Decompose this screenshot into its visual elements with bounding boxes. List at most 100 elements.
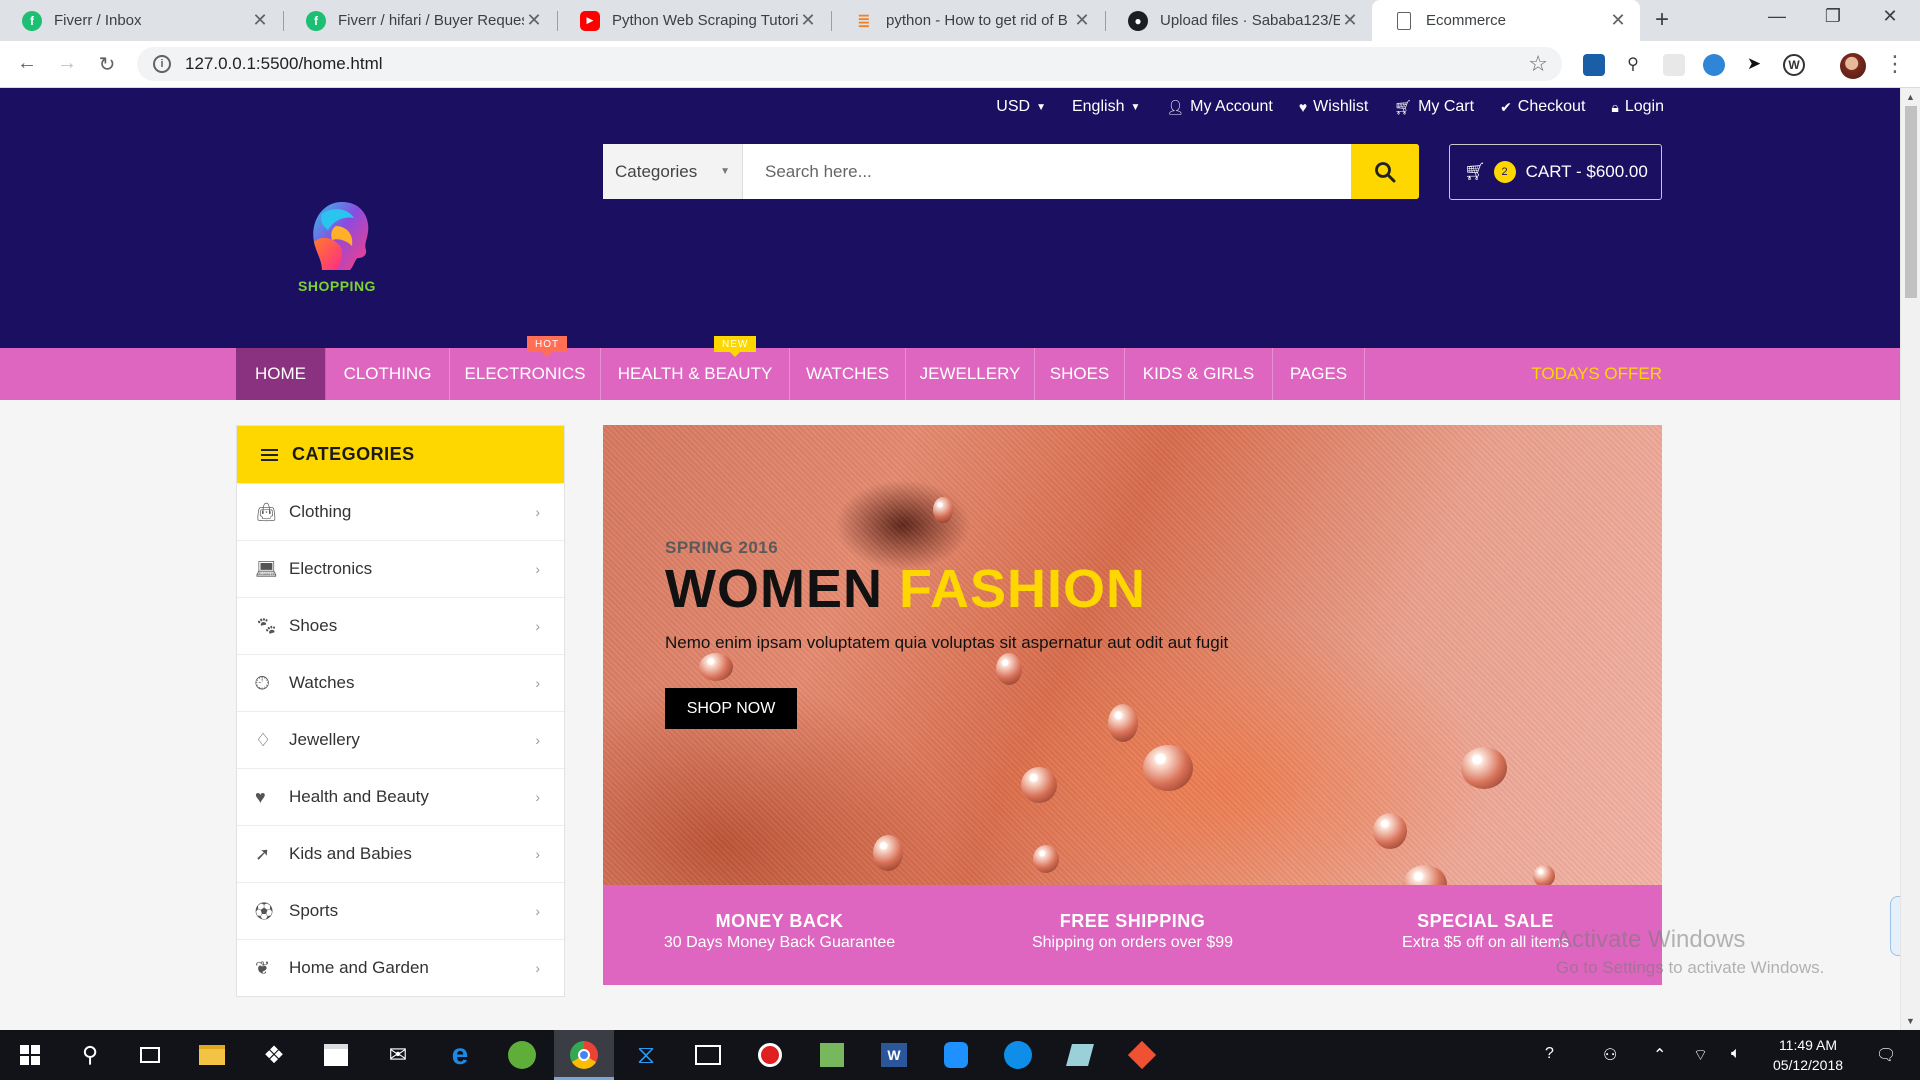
forward-icon[interactable]: → [54,52,80,75]
nav-item-kids-girls[interactable]: KIDS & GIRLS [1125,348,1273,400]
people-icon[interactable]: ⚇ [1603,1045,1617,1065]
notes-icon[interactable] [1050,1030,1110,1080]
search-category-select[interactable]: Categories ▼ [603,144,743,199]
category-clothing[interactable]: 👜︎ Clothing › [237,483,564,540]
categories-header[interactable]: CATEGORIES [237,426,564,483]
scroll-down-icon[interactable]: ▼ [1906,1016,1915,1026]
clock-date: 05/12/2018 [1772,1057,1844,1073]
new-tab-button[interactable]: + [1655,6,1669,34]
store-icon[interactable] [306,1030,366,1080]
word-icon[interactable]: W [864,1030,924,1080]
teamviewer-icon[interactable] [988,1030,1048,1080]
shop-now-button[interactable]: SHOP NOW [665,688,797,729]
category-sports[interactable]: ⚽︎ Sports › [237,882,564,939]
nav-item-health-beauty[interactable]: NEW HEALTH & BEAUTY [601,336,790,400]
shopping-bag-icon: 👜︎ [255,501,278,522]
tab-ecommerce[interactable]: Ecommerce ✕ [1372,0,1640,41]
category-electronics[interactable]: 💻︎ Electronics › [237,540,564,597]
vscode-icon[interactable]: ⧖ [616,1030,676,1080]
chevron-right-icon: › [535,960,540,976]
system-clock[interactable]: 11:49 AM 05/12/2018 [1760,1035,1856,1075]
language-selector[interactable]: English ▼ [1072,98,1140,116]
wishlist-link[interactable]: ♥ Wishlist [1299,98,1368,116]
record-icon[interactable] [740,1030,800,1080]
close-icon[interactable]: ✕ [1340,10,1360,31]
wordpress-extension-icon[interactable]: W [1783,54,1805,76]
mail-icon[interactable]: ✉ [368,1030,428,1080]
close-icon[interactable]: ✕ [250,10,270,31]
file-explorer-icon[interactable] [182,1030,242,1080]
chevron-up-icon[interactable]: ⌃ [1653,1045,1666,1065]
close-icon[interactable]: ✕ [1072,10,1092,31]
scroll-up-icon[interactable]: ▲ [1906,92,1915,102]
category-watches[interactable]: 🕘︎ Watches › [237,654,564,711]
tab-stackoverflow[interactable]: ≣ python - How to get rid of B ✕ [832,0,1104,41]
restore-icon[interactable]: ❐ [1818,6,1848,27]
login-label: Login [1624,98,1664,115]
tab-youtube[interactable]: ▶ Python Web Scraping Tutoria ✕ [558,0,830,41]
vpn-icon[interactable] [926,1030,986,1080]
nav-item-pages[interactable]: PAGES [1273,348,1365,400]
tab-github[interactable]: ● Upload files · Sababa123/Eco ✕ [1106,0,1372,41]
help-icon[interactable]: ? [1545,1045,1554,1063]
teamviewer-side-tab[interactable] [1890,896,1900,956]
close-icon[interactable]: ✕ [524,10,544,31]
reload-icon[interactable]: ↻ [94,52,120,77]
profile-avatar[interactable] [1840,53,1866,79]
extension-search-icon[interactable] [1583,54,1605,76]
excel-icon[interactable] [802,1030,862,1080]
category-health-beauty[interactable]: ♥ Health and Beauty › [237,768,564,825]
nav-item-home[interactable]: HOME [236,348,326,400]
checkout-link[interactable]: ✔ Checkout [1500,98,1585,116]
category-kids-babies[interactable]: ➚ Kids and Babies › [237,825,564,882]
window-close-icon[interactable]: ✕ [1875,6,1905,27]
close-icon[interactable]: ✕ [1608,10,1628,31]
cart-count-badge: 2 [1493,161,1516,183]
action-center-icon[interactable]: 🗨︎ [1876,1045,1896,1065]
search-button[interactable] [1351,144,1419,199]
utorrent-icon[interactable] [492,1030,552,1080]
start-button[interactable] [0,1030,60,1080]
search-input[interactable] [743,144,1349,199]
search-icon[interactable]: ⚲ [60,1030,120,1080]
photos-icon[interactable] [678,1030,738,1080]
info-icon[interactable]: i [153,55,171,73]
category-home-garden[interactable]: ❦ Home and Garden › [237,939,564,996]
git-icon[interactable] [1112,1030,1172,1080]
cursor-extension-icon[interactable]: ➤ [1743,54,1765,76]
wifi-icon[interactable]: ⌔ [1693,1045,1708,1065]
bookmark-star-icon[interactable]: ☆ [1528,51,1548,77]
nav-item-electronics[interactable]: HOT ELECTRONICS [450,336,601,400]
browser-menu-icon[interactable]: ⋮ [1884,51,1906,77]
globe-extension-icon[interactable] [1703,54,1725,76]
minimize-icon[interactable]: — [1762,6,1792,27]
edge-icon[interactable]: e [430,1030,490,1080]
login-link[interactable]: 🔒︎ Login [1611,98,1664,116]
page-scrollbar[interactable]: ▲ ▼ [1900,88,1920,1030]
header-cart-button[interactable]: 🛒︎ 2 CART - $600.00 [1449,144,1662,200]
magnifier-extension-icon[interactable]: ⚲ [1622,54,1644,76]
todays-offer-link[interactable]: TODAYS OFFER [1531,348,1662,400]
my-cart-link[interactable]: 🛒︎ My Cart [1394,98,1474,116]
back-icon[interactable]: ← [14,52,40,75]
extension-icon[interactable] [1663,54,1685,76]
tab-fiverr-buyer-requests[interactable]: f Fiverr / hifari / Buyer Request ✕ [284,0,556,41]
nav-item-shoes[interactable]: SHOES [1035,348,1125,400]
nav-item-clothing[interactable]: CLOTHING [326,348,450,400]
my-account-link[interactable]: 👤︎ My Account [1166,98,1272,116]
site-logo[interactable]: SHOPPING [292,196,382,301]
nav-item-jewellery[interactable]: JEWELLERY [906,348,1035,400]
dropbox-icon[interactable]: ❖ [244,1030,304,1080]
category-shoes[interactable]: 🐾︎ Shoes › [237,597,564,654]
address-bar[interactable]: i 127.0.0.1:5500/home.html ☆ [137,47,1562,81]
cart-icon: 🛒︎ [1394,98,1413,115]
chrome-icon[interactable] [554,1030,614,1080]
nav-item-watches[interactable]: WATCHES [790,348,906,400]
volume-icon[interactable]: 🔈︎ [1731,1045,1741,1063]
task-view-icon[interactable] [120,1030,180,1080]
close-icon[interactable]: ✕ [798,10,818,31]
tab-fiverr-inbox[interactable]: f Fiverr / Inbox ✕ [0,0,282,41]
currency-selector[interactable]: USD ▼ [996,98,1046,116]
category-jewellery[interactable]: ♢ Jewellery › [237,711,564,768]
scroll-thumb[interactable] [1905,106,1917,298]
